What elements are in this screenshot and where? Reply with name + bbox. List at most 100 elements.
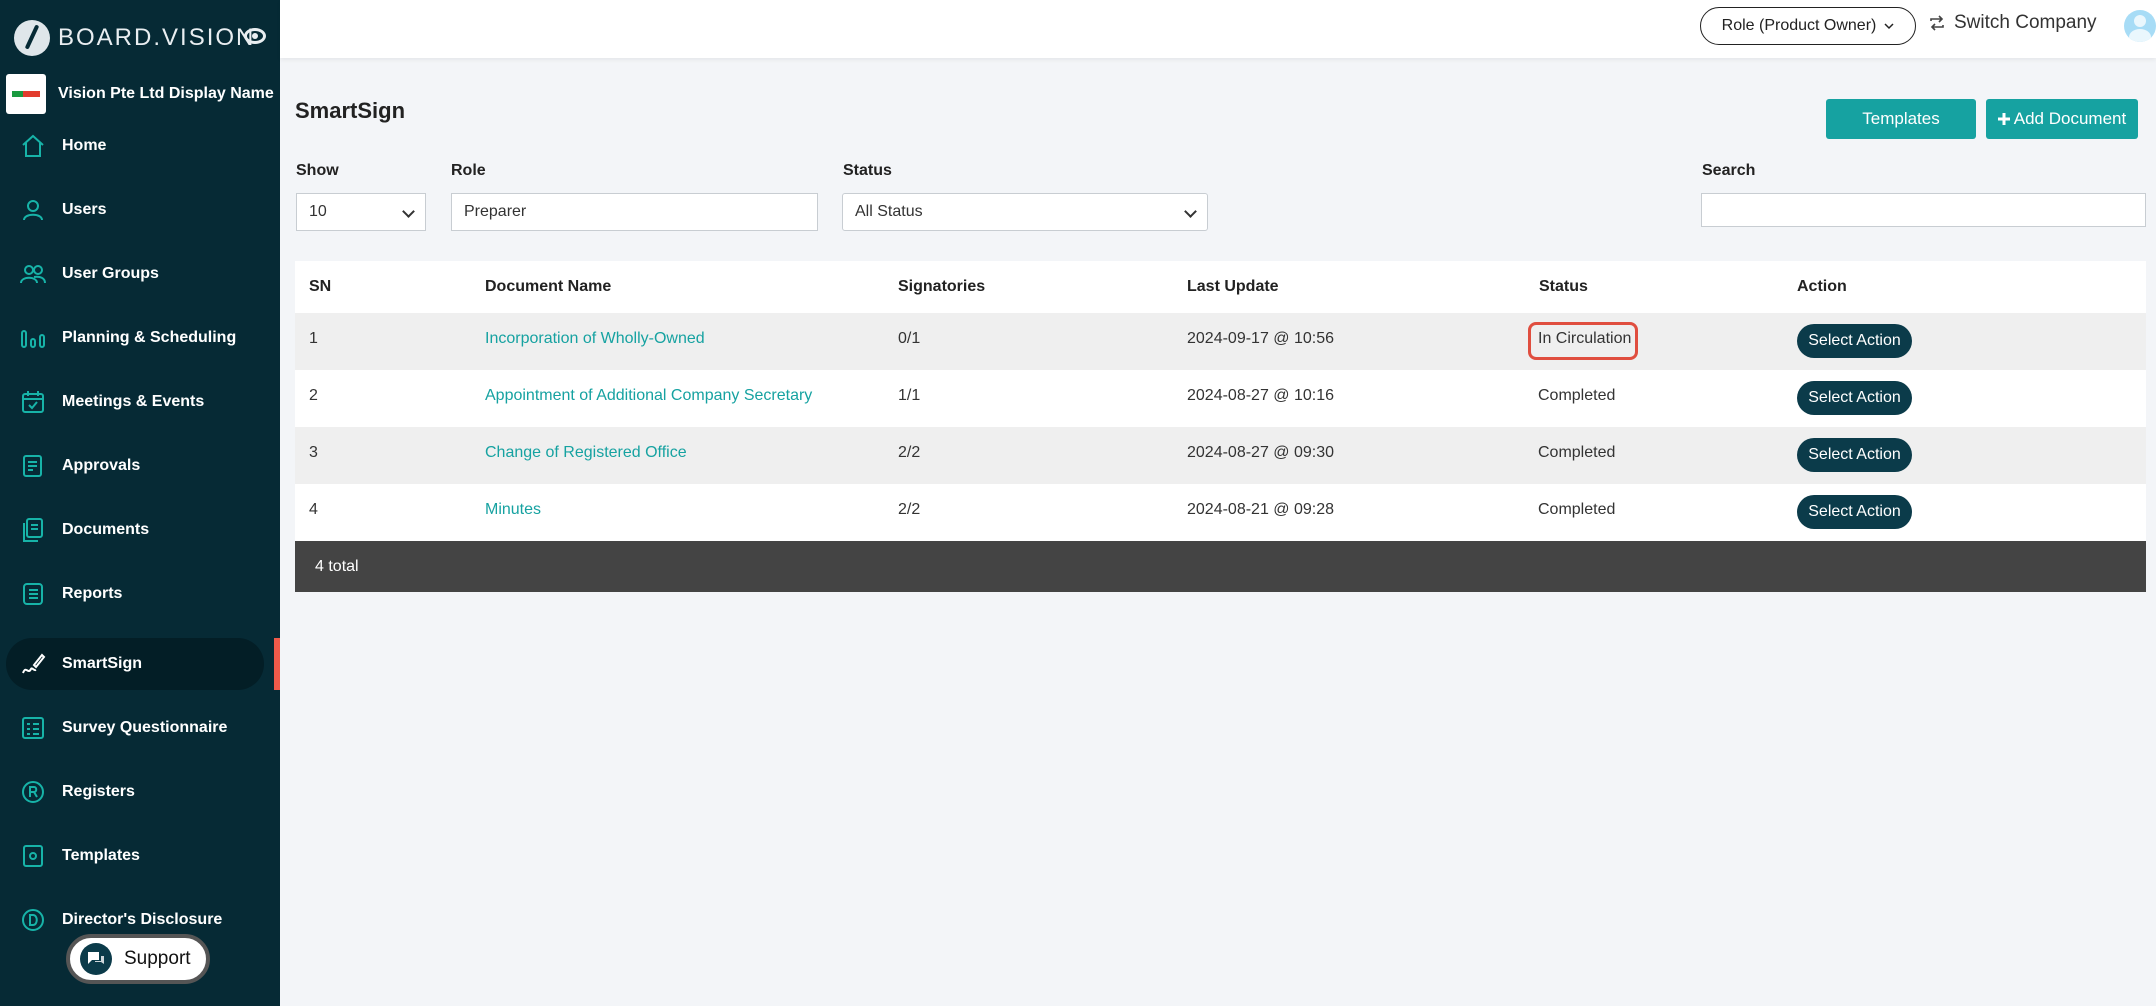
- search-input[interactable]: [1701, 193, 2146, 227]
- active-item-marker: [274, 638, 280, 690]
- disclosure-d-icon: [20, 907, 46, 933]
- table-row: 3 Change of Registered Office 2/2 2024-0…: [295, 427, 2146, 484]
- select-action-button[interactable]: Select Action: [1797, 438, 1912, 472]
- template-icon: [20, 843, 46, 869]
- cell-sn: 2: [309, 387, 318, 404]
- sidebar-item-label: Templates: [62, 847, 140, 864]
- document-link[interactable]: Appointment of Additional Company Secret…: [485, 387, 812, 405]
- table-row: 2 Appointment of Additional Company Secr…: [295, 370, 2146, 427]
- sidebar-item-label: Documents: [62, 521, 150, 538]
- sidebar: BOARD.VISION Vision Pte Ltd Display Name…: [0, 0, 280, 1006]
- role-dropdown[interactable]: Role (Product Owner): [1700, 7, 1916, 45]
- support-label: Support: [124, 948, 191, 969]
- cell-signatories: 2/2: [898, 501, 921, 518]
- sidebar-item-label: Home: [62, 137, 107, 154]
- documents-icon: [20, 517, 46, 543]
- signature-pen-icon: [20, 651, 46, 677]
- sidebar-item-label: SmartSign: [62, 655, 143, 672]
- user-icon: [20, 197, 46, 223]
- table-footer: 4 total: [295, 541, 2146, 592]
- status-label: Status: [843, 162, 892, 179]
- header-status: Status: [1539, 278, 1588, 295]
- cell-status: Completed: [1538, 444, 1616, 461]
- cell-signatories: 1/1: [898, 387, 921, 404]
- eye-toggle-icon[interactable]: [244, 28, 266, 44]
- sidebar-item-registers[interactable]: Registers: [6, 766, 264, 818]
- header-document-name: Document Name: [485, 278, 612, 295]
- document-link[interactable]: Change of Registered Office: [485, 444, 687, 462]
- show-label: Show: [296, 162, 339, 179]
- chevron-down-icon: [1184, 205, 1197, 218]
- role-dropdown-label: Role (Product Owner): [1721, 17, 1877, 34]
- cell-sn: 4: [309, 501, 318, 518]
- sidebar-item-smartsign[interactable]: SmartSign: [6, 638, 264, 690]
- plus-icon: [1997, 113, 2010, 125]
- chat-icon: [80, 943, 112, 975]
- role-input-value: Preparer: [464, 203, 527, 220]
- select-action-button[interactable]: Select Action: [1797, 324, 1912, 358]
- select-action-button[interactable]: Select Action: [1797, 381, 1912, 415]
- select-action-button[interactable]: Select Action: [1797, 495, 1912, 529]
- sidebar-item-templates[interactable]: Templates: [6, 830, 264, 882]
- show-select[interactable]: 10: [296, 193, 426, 231]
- sidebar-item-label: Approvals: [62, 457, 141, 474]
- sidebar-item-label: Users: [62, 201, 107, 218]
- header-sn: SN: [309, 278, 332, 295]
- search-label: Search: [1702, 162, 1756, 179]
- status-select[interactable]: All Status: [842, 193, 1208, 231]
- bar-chart-icon: [20, 325, 46, 351]
- sidebar-item-users[interactable]: Users: [6, 184, 264, 236]
- cell-sn: 1: [309, 330, 318, 347]
- sidebar-item-approvals[interactable]: Approvals: [6, 440, 264, 492]
- approval-doc-icon: [20, 453, 46, 479]
- documents-table: SN Document Name Signatories Last Update…: [295, 261, 2146, 592]
- table-row: 4 Minutes 2/2 2024-08-21 @ 09:28 Complet…: [295, 484, 2146, 541]
- switch-company-button[interactable]: Switch Company: [1928, 12, 2097, 34]
- cell-status: In Circulation: [1538, 330, 1632, 347]
- templates-button[interactable]: Templates: [1826, 99, 1976, 139]
- sidebar-item-label: Reports: [62, 585, 123, 602]
- cell-last-update: 2024-08-27 @ 10:16: [1187, 387, 1335, 404]
- sidebar-item-label: Director's Disclosure: [62, 911, 223, 928]
- sidebar-item-documents[interactable]: Documents: [6, 504, 264, 556]
- home-icon: [20, 133, 46, 159]
- header-last-update: Last Update: [1187, 278, 1279, 295]
- show-select-value: 10: [309, 203, 327, 220]
- cell-signatories: 2/2: [898, 444, 921, 461]
- survey-icon: [20, 715, 46, 741]
- document-link[interactable]: Minutes: [485, 501, 541, 519]
- brand-logo[interactable]: BOARD.VISION: [14, 18, 255, 58]
- user-avatar[interactable]: [2124, 10, 2156, 42]
- sidebar-item-label: User Groups: [62, 265, 159, 282]
- sidebar-item-label: Survey Questionnaire: [62, 719, 228, 736]
- role-input[interactable]: Preparer: [451, 193, 818, 231]
- chevron-down-icon: [1884, 23, 1894, 30]
- cell-signatories: 0/1: [898, 330, 921, 347]
- cell-last-update: 2024-08-21 @ 09:28: [1187, 501, 1335, 518]
- table-header: SN Document Name Signatories Last Update…: [295, 261, 2146, 313]
- company-name: Vision Pte Ltd Display Name: [58, 85, 274, 102]
- company-logo: [6, 74, 46, 114]
- header-signatories: Signatories: [898, 278, 986, 295]
- registered-icon: [20, 779, 46, 805]
- sidebar-item-label: Meetings & Events: [62, 393, 205, 410]
- sidebar-item-planning[interactable]: Planning & Scheduling: [6, 312, 264, 364]
- chevron-down-icon: [402, 205, 415, 218]
- support-button[interactable]: Support: [66, 934, 210, 984]
- table-row: 1 Incorporation of Wholly-Owned 0/1 2024…: [295, 313, 2146, 370]
- sidebar-item-reports[interactable]: Reports: [6, 568, 264, 620]
- brand-name: BOARD.VISION: [58, 24, 256, 51]
- document-link[interactable]: Incorporation of Wholly-Owned: [485, 330, 705, 348]
- page-title: SmartSign: [295, 98, 406, 123]
- company-selector[interactable]: Vision Pte Ltd Display Name: [6, 74, 274, 114]
- sidebar-item-home[interactable]: Home: [6, 120, 264, 172]
- add-document-label: Add Document: [2013, 109, 2127, 128]
- status-select-value: All Status: [855, 203, 923, 220]
- role-label: Role: [451, 162, 486, 179]
- sidebar-item-survey[interactable]: Survey Questionnaire: [6, 702, 264, 754]
- sidebar-item-meetings[interactable]: Meetings & Events: [6, 376, 264, 428]
- brand-mark-icon: [14, 20, 50, 56]
- sidebar-item-user-groups[interactable]: User Groups: [6, 248, 264, 300]
- add-document-button[interactable]: Add Document: [1986, 99, 2138, 139]
- report-icon: [20, 581, 46, 607]
